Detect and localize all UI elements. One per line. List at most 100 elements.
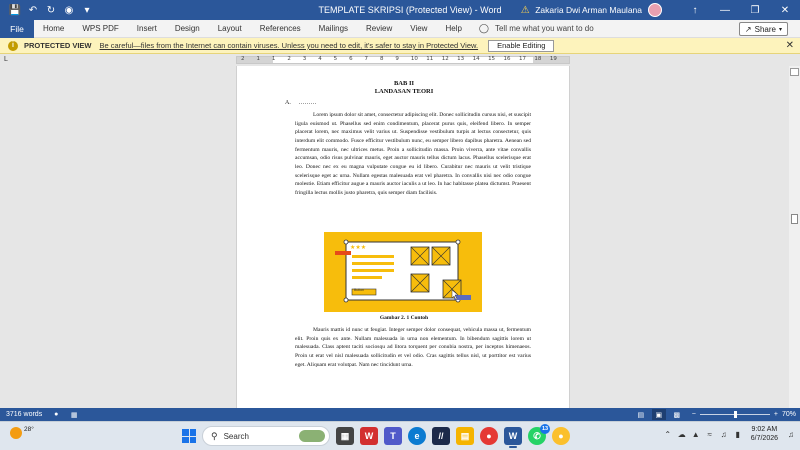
read-mode-icon[interactable]: ▤ bbox=[634, 409, 648, 420]
title-bar: 💾 ↶ ↻ ◉ ▾ TEMPLATE SKRIPSI (Protected Vi… bbox=[0, 0, 800, 20]
tab-help[interactable]: Help bbox=[436, 20, 470, 38]
ribbon-tabs: File Home WPS PDF Insert Design Layout R… bbox=[0, 19, 800, 38]
figure-image: ★★★ Button bbox=[324, 232, 482, 312]
figure-button-label: Button bbox=[354, 288, 365, 292]
ruler-tick-label: 6 bbox=[349, 56, 353, 62]
paragraph: Lorem ipsum dolor sit amet, consectetur … bbox=[295, 112, 531, 196]
ruler-row: L 2 1 1 2 3 4 5 6 7 8 9 10 11 12 13 14 15 16 17 18 19 bbox=[0, 54, 800, 66]
folder-icon[interactable]: ▤ bbox=[456, 427, 474, 445]
chrome-icon[interactable]: ● bbox=[480, 427, 498, 445]
close-icon[interactable]: ✕ bbox=[786, 40, 794, 51]
volume-icon[interactable]: ♫ bbox=[719, 429, 729, 439]
search-icon: ⚲ bbox=[211, 430, 218, 441]
tab-mailings[interactable]: Mailings bbox=[310, 20, 357, 38]
share-icon: ↗ bbox=[744, 24, 752, 34]
ribbon-display-button[interactable]: ↑ bbox=[680, 0, 710, 20]
figure-caption: Gambar 2. 1 Contoh bbox=[379, 315, 429, 321]
paragraph: Mauris mattis id nunc ut feugiat. Intege… bbox=[295, 327, 531, 368]
document-area[interactable]: BAB II LANDASAN TEORI A. ……… Lorem ipsum… bbox=[0, 66, 789, 408]
ruler-tick-label: 1 bbox=[271, 56, 276, 62]
battery-icon[interactable]: ▮ bbox=[733, 429, 743, 439]
onedrive-icon[interactable]: ☁ bbox=[677, 429, 687, 439]
share-button[interactable]: ↗ Share ▾ bbox=[738, 22, 788, 36]
chevron-up-icon[interactable]: ⌃ bbox=[663, 429, 673, 439]
time: 9:02 AM bbox=[751, 426, 778, 433]
tab-layout[interactable]: Layout bbox=[209, 20, 251, 38]
zoom-slider-knob[interactable] bbox=[733, 411, 737, 418]
scroll-thumb[interactable] bbox=[791, 214, 798, 224]
proofing-icon[interactable]: ● bbox=[52, 411, 60, 419]
zoom-in-button[interactable]: + bbox=[774, 411, 778, 418]
tab-file[interactable]: File bbox=[0, 19, 34, 38]
ruler-tick-label: 12 bbox=[441, 56, 449, 62]
ruler-tick-label: 14 bbox=[472, 56, 480, 62]
zoom-out-button[interactable]: − bbox=[692, 411, 696, 418]
chrome-alt-icon[interactable]: ● bbox=[552, 427, 570, 445]
tab-home[interactable]: Home bbox=[34, 20, 73, 38]
teams-icon[interactable]: T bbox=[384, 427, 402, 445]
chapter-title: LANDASAN TEORI bbox=[374, 88, 434, 95]
ruler-tick-label: 2 bbox=[241, 56, 245, 62]
horizontal-ruler[interactable]: 2 1 1 2 3 4 5 6 7 8 9 10 11 12 13 14 15 16 17 18 19 bbox=[236, 56, 570, 64]
edge-icon[interactable]: e bbox=[408, 427, 426, 445]
print-layout-icon[interactable]: ▣ bbox=[651, 409, 666, 420]
ruler-tick-label: 13 bbox=[457, 56, 465, 62]
close-button[interactable]: ✕ bbox=[770, 0, 800, 20]
redo-icon[interactable]: ↻ bbox=[44, 3, 58, 17]
slash-app-icon[interactable]: // bbox=[432, 427, 450, 445]
protected-view-message[interactable]: Be careful—files from the Internet can c… bbox=[100, 41, 479, 50]
clock[interactable]: 9:02 AM 6/7/2026 bbox=[751, 425, 778, 443]
user-name[interactable]: Zakaria Dwi Arman Maulana bbox=[535, 5, 642, 15]
ruler-tick-label: 2 bbox=[287, 56, 291, 62]
tab-wps-pdf[interactable]: WPS PDF bbox=[73, 20, 127, 38]
chapter-heading: BAB II bbox=[393, 80, 415, 87]
section-label: A. bbox=[285, 100, 291, 106]
ruler-tick-label: 18 bbox=[534, 56, 542, 62]
document-page[interactable]: BAB II LANDASAN TEORI A. ……… Lorem ipsum… bbox=[236, 66, 570, 408]
accessibility-icon[interactable]: ▦ bbox=[70, 411, 78, 419]
search-box[interactable]: ⚲ Search bbox=[202, 426, 330, 446]
scroll-up-arrow[interactable] bbox=[790, 68, 799, 76]
undo-icon[interactable]: ↶ bbox=[26, 3, 40, 17]
ruler-tick-label: 8 bbox=[379, 56, 384, 62]
protected-view-bar: i PROTECTED VIEW Be careful—files from t… bbox=[0, 38, 800, 54]
ruler-tick-label: 5 bbox=[333, 56, 338, 62]
autosave-icon[interactable]: ◉ bbox=[62, 3, 76, 17]
tell-me-search[interactable]: ◯ Tell me what you want to do bbox=[479, 23, 594, 34]
tab-selector[interactable]: L bbox=[4, 56, 12, 64]
word-icon[interactable]: W bbox=[504, 427, 522, 448]
search-highlight-image bbox=[299, 430, 325, 442]
zoom-slider[interactable] bbox=[699, 411, 770, 418]
minimize-button[interactable]: — bbox=[710, 0, 740, 20]
tab-references[interactable]: References bbox=[251, 20, 310, 38]
warning-icon[interactable]: ⚠ bbox=[519, 4, 531, 16]
weather-widget[interactable]: 28° bbox=[10, 426, 34, 439]
enable-editing-button[interactable]: Enable Editing bbox=[488, 39, 555, 52]
info-icon: i bbox=[8, 40, 18, 51]
tell-me-placeholder: Tell me what you want to do bbox=[494, 24, 594, 33]
ruler-tick-label: 7 bbox=[364, 56, 369, 62]
ruler-tick-label: 15 bbox=[488, 56, 496, 62]
whatsapp-icon[interactable]: ✆ 13 bbox=[528, 424, 550, 445]
zoom-level[interactable]: 70% bbox=[782, 411, 796, 418]
file-explorer-icon[interactable]: ▦ bbox=[336, 427, 354, 445]
restore-button[interactable]: ❐ bbox=[740, 0, 770, 20]
tab-design[interactable]: Design bbox=[166, 20, 209, 38]
notification-bell-icon[interactable]: ♫ bbox=[788, 430, 794, 439]
vertical-scrollbar[interactable] bbox=[789, 66, 800, 408]
tab-insert[interactable]: Insert bbox=[128, 20, 166, 38]
tab-review[interactable]: Review bbox=[357, 20, 401, 38]
save-icon[interactable]: 💾 bbox=[8, 3, 22, 17]
ruler-tick-label: 11 bbox=[426, 56, 434, 62]
wps-icon[interactable]: W bbox=[360, 427, 378, 445]
section-heading: A. ……… bbox=[285, 100, 316, 106]
shield-icon[interactable]: ▲ bbox=[691, 429, 701, 439]
word-count[interactable]: 3716 words bbox=[6, 411, 42, 418]
wireframe-illustration: ★★★ bbox=[335, 239, 471, 303]
web-layout-icon[interactable]: ▩ bbox=[670, 409, 684, 420]
avatar[interactable] bbox=[648, 3, 662, 17]
tab-view[interactable]: View bbox=[401, 20, 436, 38]
wifi-icon[interactable]: ≈ bbox=[705, 429, 715, 439]
start-button[interactable] bbox=[182, 429, 196, 443]
customize-icon[interactable]: ▾ bbox=[80, 3, 94, 17]
